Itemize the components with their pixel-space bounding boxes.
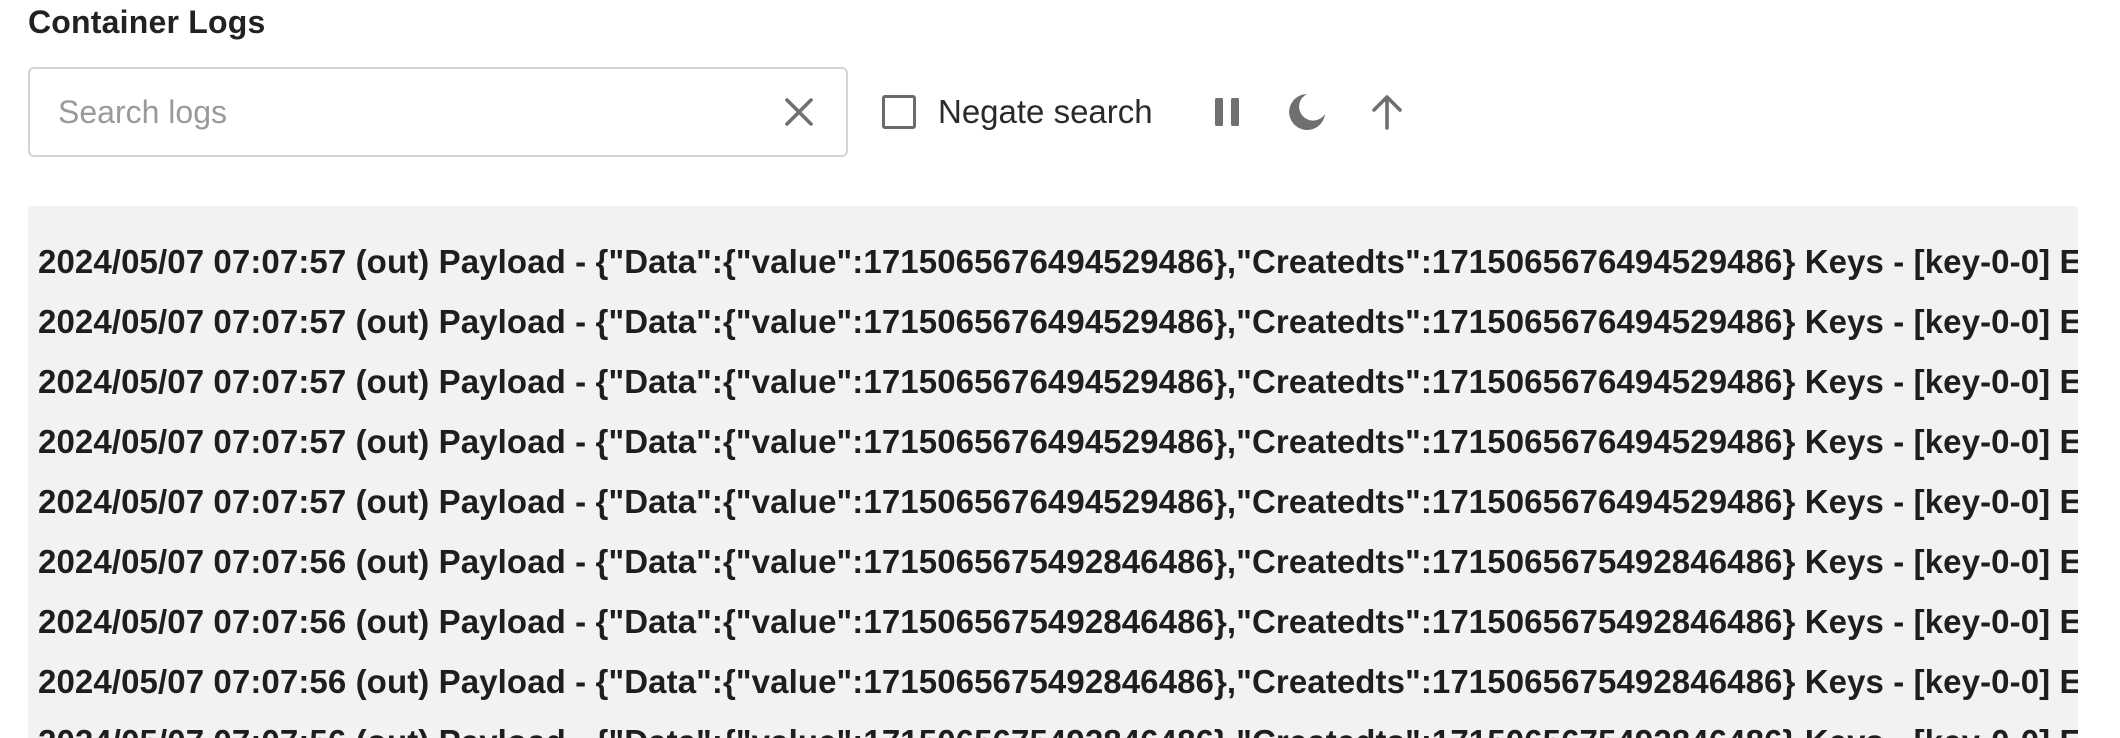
log-line: 2024/05/07 07:07:56 (out) Payload - {"Da…: [38, 722, 2078, 738]
search-field: [28, 67, 848, 157]
close-icon: [785, 98, 813, 126]
log-output-panel[interactable]: 2024/05/07 07:07:57 (out) Payload - {"Da…: [28, 206, 2078, 738]
log-line: 2024/05/07 07:07:57 (out) Payload - {"Da…: [38, 363, 2078, 400]
log-line: 2024/05/07 07:07:56 (out) Payload - {"Da…: [38, 603, 2078, 640]
log-line: 2024/05/07 07:07:57 (out) Payload - {"Da…: [38, 423, 2078, 460]
scroll-to-top-button[interactable]: [1359, 84, 1415, 140]
log-line: 2024/05/07 07:07:57 (out) Payload - {"Da…: [38, 483, 2078, 520]
log-line: 2024/05/07 07:07:56 (out) Payload - {"Da…: [38, 663, 2078, 700]
negate-search-label: Negate search: [938, 93, 1153, 130]
arrow-up-icon: [1371, 95, 1402, 130]
log-toolbar: Negate search: [28, 66, 1415, 158]
pause-button[interactable]: [1199, 84, 1255, 140]
moon-icon: [1288, 94, 1325, 130]
log-line: 2024/05/07 07:07:56 (out) Payload - {"Da…: [38, 543, 2078, 580]
log-line: 2024/05/07 07:07:57 (out) Payload - {"Da…: [38, 303, 2078, 340]
search-input[interactable]: [56, 92, 778, 132]
clear-search-button[interactable]: [778, 91, 820, 133]
container-logs-page: Container Logs Negate search: [0, 0, 2120, 738]
negate-search-option[interactable]: Negate search: [882, 93, 1153, 131]
dark-mode-button[interactable]: [1279, 84, 1335, 140]
page-title: Container Logs: [28, 4, 266, 40]
log-line: 2024/05/07 07:07:57 (out) Payload - {"Da…: [38, 243, 2078, 280]
pause-icon: [1214, 98, 1239, 126]
negate-search-checkbox[interactable]: [882, 95, 916, 129]
